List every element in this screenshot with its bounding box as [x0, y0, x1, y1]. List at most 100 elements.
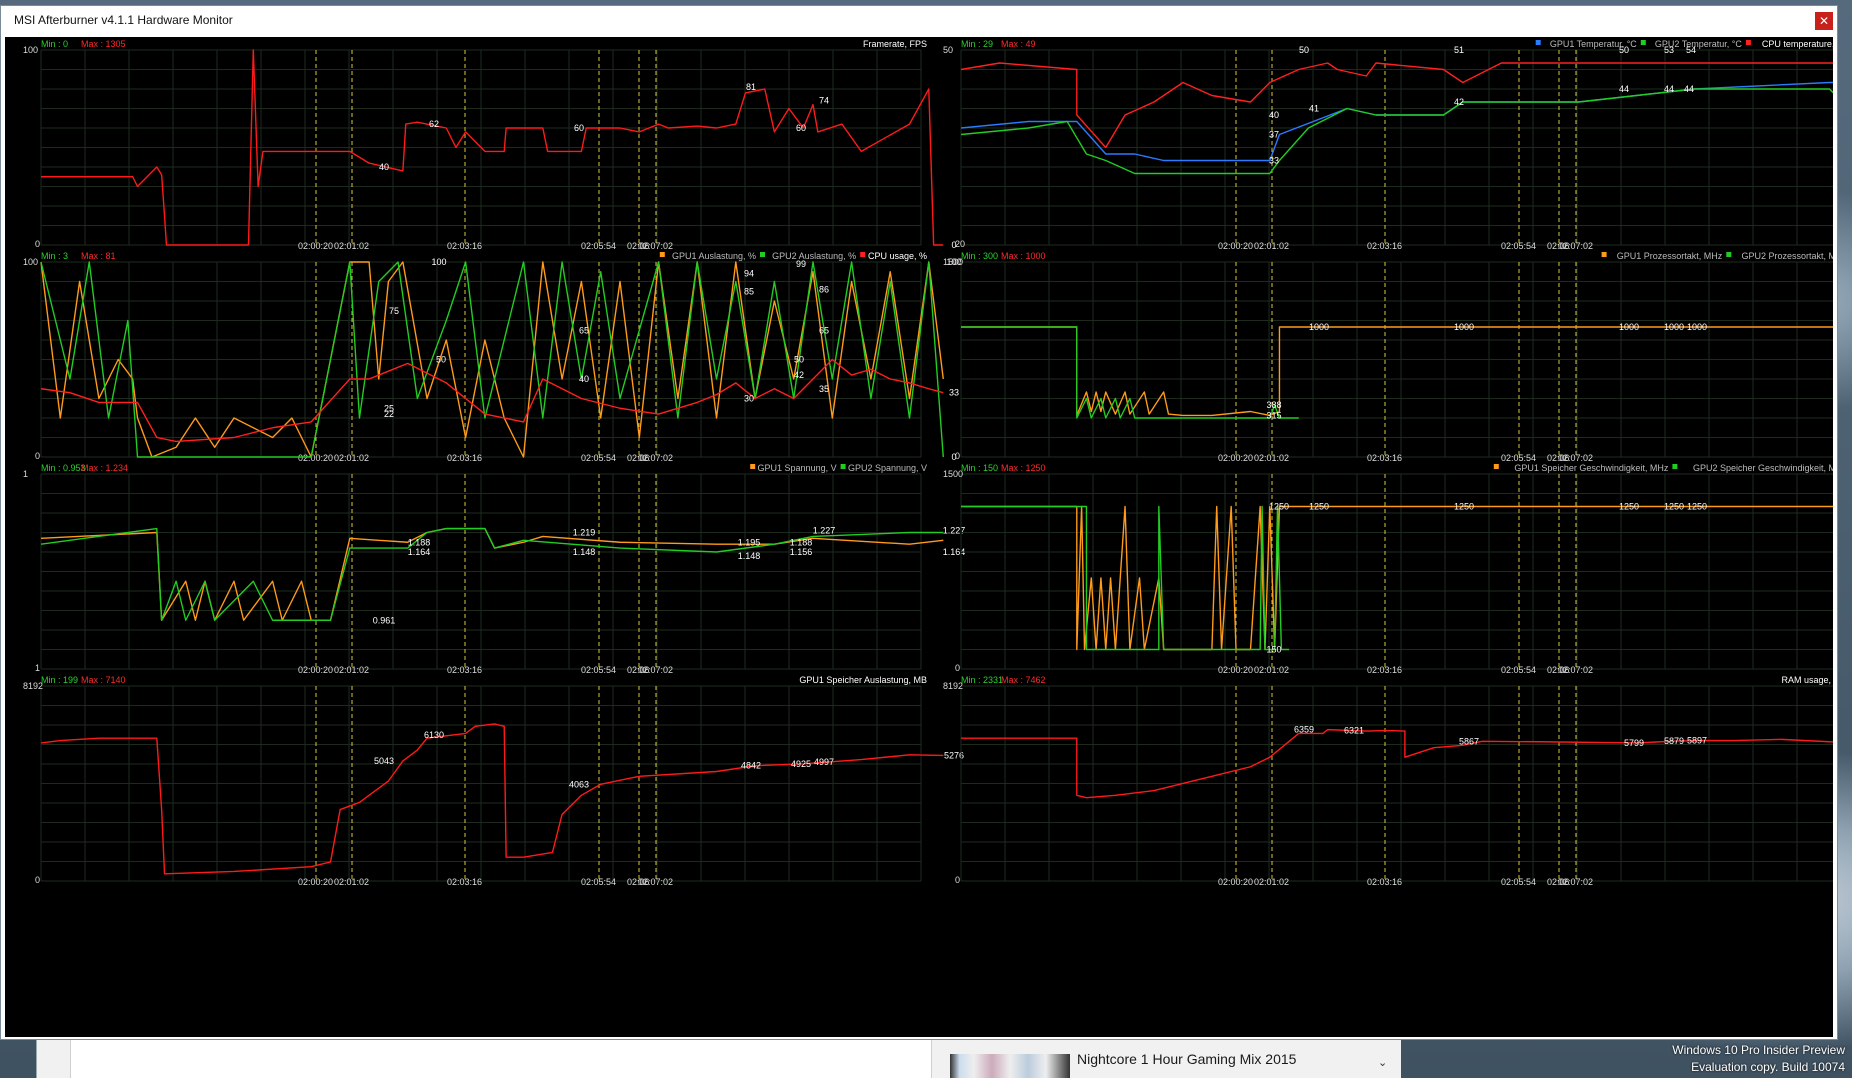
title-bar[interactable]: MSI Afterburner v4.1.1 Hardware Monitor …	[1, 6, 1837, 36]
value-label: 1250	[1687, 502, 1707, 512]
y-axis-min: 0	[955, 875, 960, 885]
legend-item: GPU2 Auslastung, %	[772, 251, 856, 261]
value-label: 51	[1454, 45, 1464, 55]
value-label: 50	[794, 355, 804, 365]
value-label: 1.227	[813, 526, 836, 536]
video-thumbnail[interactable]	[950, 1054, 1070, 1078]
y-axis-min: 0	[35, 875, 40, 885]
value-label: 44	[1664, 84, 1674, 94]
video-title-link[interactable]: Nightcore 1 Hour Gaming Mix 2015	[1077, 1051, 1296, 1067]
legend-swatch	[1726, 252, 1732, 257]
value-label: 5799	[1624, 738, 1644, 748]
watermark-line2: Evaluation copy. Build 10074	[1691, 1060, 1845, 1074]
legend-swatch	[760, 252, 765, 257]
value-label: 315	[1266, 410, 1281, 420]
value-label: 75	[389, 306, 399, 316]
max-label: Max : 1000	[1001, 251, 1046, 261]
legend-item: GPU2 Prozessortakt, MHz	[1741, 251, 1833, 261]
value-label: 81	[746, 82, 756, 92]
graph-temp: Min : 29Max : 49CPU temperature, °CGPU2 …	[943, 39, 1850, 251]
series-line-1	[961, 505, 1290, 651]
time-marker-label: 02:05:54	[581, 241, 616, 251]
time-marker-label: 02:00:20	[1218, 453, 1253, 463]
series-line-0	[40, 723, 944, 875]
value-label: 65	[819, 325, 829, 335]
time-marker-label: 02:07:02	[1558, 877, 1593, 887]
value-label: 1000	[1454, 322, 1474, 332]
min-label: Min : 29	[961, 39, 993, 49]
max-label: Max : 1.234	[81, 463, 128, 473]
close-button[interactable]: ✕	[1815, 12, 1833, 30]
graph-usage: Min : 3 Max : 81 CPU usage, % GPU2 Auslastu…	[23, 251, 962, 463]
min-label: Min : 0.953	[41, 463, 86, 473]
value-label: 53	[1664, 45, 1674, 55]
y-axis-max: 8192	[943, 681, 963, 691]
time-marker-label: 02:03:16	[447, 241, 482, 251]
max-label: Max : 7140	[81, 675, 126, 685]
value-label: 1250	[1619, 502, 1639, 512]
y-axis-max: 50	[943, 45, 953, 55]
value-label: 1250	[1269, 502, 1289, 512]
time-marker-label: 02:07:02	[1558, 453, 1593, 463]
legend-item: CPU temperature, °C	[1762, 39, 1833, 49]
value-label: 42	[1454, 97, 1464, 107]
value-label: 33	[1269, 156, 1279, 166]
value-label: 1.156	[790, 547, 813, 557]
time-marker-label: 02:07:02	[638, 241, 673, 251]
value-label: 5897	[1687, 736, 1707, 746]
value-label: 35	[819, 384, 829, 394]
legend-item: GPU2 Speicher Geschwindigkeit, MHz	[1693, 463, 1833, 473]
value-label: 1.219	[573, 528, 596, 538]
legend-swatch	[1601, 252, 1607, 257]
value-label: 1250	[1454, 502, 1474, 512]
time-marker-label: 02:00:20	[298, 877, 333, 887]
time-marker-label: 02:05:54	[1501, 241, 1536, 251]
value-label: 50	[1299, 45, 1309, 55]
time-marker-label: 02:05:54	[581, 453, 616, 463]
time-marker-label: 02:00:20	[298, 241, 333, 251]
graph-ram: Min : 2331Max : 7462 RAM usage, MB 8192 0 02…	[943, 675, 1852, 887]
value-label: 150	[1266, 645, 1281, 655]
scroll-down-icon[interactable]: ⌄	[1378, 1056, 1387, 1069]
legend-item: CPU usage, %	[868, 251, 927, 261]
value-label: 37	[1269, 130, 1279, 140]
value-label: 388	[1266, 400, 1281, 410]
max-label: Max : 49	[1001, 39, 1036, 49]
value-label: 5867	[1459, 736, 1479, 746]
value-label: 6359	[1294, 725, 1314, 735]
time-marker-label: 02:01:02	[1254, 453, 1289, 463]
series-line-1	[960, 81, 1849, 162]
y-axis-max: 8192	[23, 681, 43, 691]
y-axis-min: 0	[35, 239, 40, 249]
value-label: 99	[796, 259, 806, 269]
time-marker-label: 02:05:54	[581, 877, 616, 887]
grid-volt	[40, 473, 922, 670]
time-marker-label: 02:05:54	[1501, 877, 1536, 887]
watermark-line1: Windows 10 Pro Insider Preview	[1672, 1043, 1845, 1057]
value-label: 4063	[569, 779, 589, 789]
time-marker-label: 02:07:02	[1558, 241, 1593, 251]
y-axis-max: 100	[23, 257, 38, 267]
legend-item: GPU2 Spannung, V	[848, 463, 927, 473]
monitor-graphs[interactable]: Min : 0 Max : 1305 Framerate, FPS1000 02:00…	[5, 37, 1852, 1037]
series-line-0	[961, 505, 1849, 651]
time-marker-label: 02:05:54	[1501, 453, 1536, 463]
graph-volt: Min : 0.953Max : 1.234 GPU2 Spannung, V GP…	[23, 463, 965, 675]
y-axis-min: 0	[955, 663, 960, 673]
value-label: 1000	[1619, 322, 1639, 332]
time-marker-label: 02:01:02	[1254, 665, 1289, 675]
value-label: 65	[579, 325, 589, 335]
value-label: 85	[744, 286, 754, 296]
value-label: 50	[1619, 45, 1629, 55]
hardware-monitor-panel[interactable]: Min : 0 Max : 1305 Framerate, FPS 100 0 02:00…	[5, 37, 1852, 1037]
y-axis-max: 1500	[943, 257, 963, 267]
y-axis-min: 0	[35, 451, 40, 461]
window-title: MSI Afterburner v4.1.1 Hardware Monitor	[14, 13, 233, 27]
value-label: 5879	[1664, 736, 1684, 746]
time-marker-label: 02:07:02	[1558, 665, 1593, 675]
time-marker-label: 02:03:16	[1367, 453, 1402, 463]
time-marker-label: 02:00:20	[1218, 877, 1253, 887]
value-label: 6130	[424, 730, 444, 740]
time-marker-label: 02:05:54	[581, 665, 616, 675]
value-label: 4925	[791, 759, 811, 769]
